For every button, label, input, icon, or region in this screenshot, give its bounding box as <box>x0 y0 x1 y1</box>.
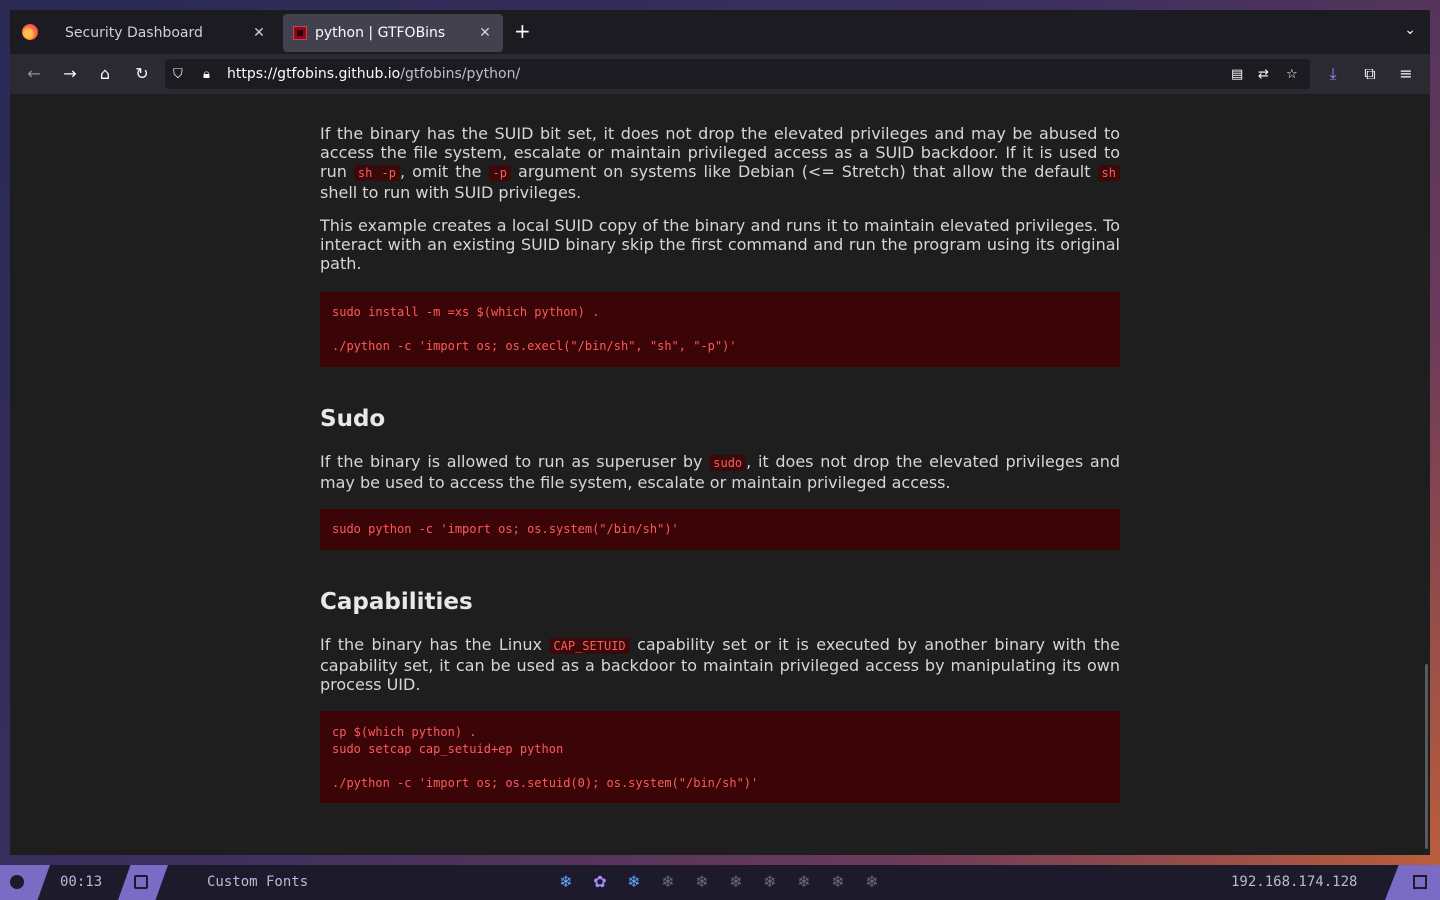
suid-example-description: This example creates a local SUID copy o… <box>320 216 1120 273</box>
inline-code: sudo <box>709 455 747 471</box>
clock-time: 00:13 <box>60 874 103 890</box>
inline-code: sh -p <box>353 165 400 181</box>
url-bar[interactable]: ⛉ 🔒︎ https://gtfobins.github.io/gtfobins… <box>165 59 1310 89</box>
app-menu-icon[interactable]: ≡ <box>1396 64 1416 84</box>
page-content: If the binary has the SUID bit set, it d… <box>10 94 1430 855</box>
tab-bar: Security Dashboard ✕ python | GTFOBins ✕… <box>10 10 1430 54</box>
downloads-icon[interactable]: ⤓ <box>1323 64 1343 84</box>
suid-code-block[interactable]: sudo install -m =xs $(which python) . ./… <box>320 292 1120 367</box>
text: , omit the <box>399 162 489 181</box>
reload-icon[interactable]: ↻ <box>132 64 152 84</box>
lock-icon[interactable]: 🔒︎ <box>203 67 210 82</box>
network-icon[interactable] <box>1385 865 1440 900</box>
translate-icon[interactable]: ⇄ <box>1258 67 1269 82</box>
sudo-description: If the binary is allowed to run as super… <box>320 452 1120 492</box>
close-icon[interactable]: ✕ <box>251 25 267 41</box>
text: shell to run with SUID privileges. <box>320 183 582 202</box>
inline-code: CAP_SETUID <box>549 638 630 654</box>
browser-window: Security Dashboard ✕ python | GTFOBins ✕… <box>10 10 1430 855</box>
capabilities-code-block[interactable]: cp $(which python) . sudo setcap cap_set… <box>320 711 1120 803</box>
workspace-1-icon[interactable]: ❄ <box>557 872 575 891</box>
tab-title: python | GTFOBins <box>315 25 446 41</box>
workspace-switcher: ❄ ✿ ❄ ❄ ❄ ❄ ❄ ❄ ❄ ❄ <box>557 872 881 891</box>
tab-security-dashboard[interactable]: Security Dashboard ✕ <box>55 14 277 52</box>
capabilities-description: If the binary has the Linux CAP_SETUID c… <box>320 635 1120 694</box>
shield-icon[interactable]: ⛉ <box>173 67 183 82</box>
close-icon[interactable]: ✕ <box>477 25 493 41</box>
url-host: https://gtfobins.github.io <box>227 66 401 82</box>
forward-icon[interactable]: → <box>60 64 80 84</box>
taskbar: 00:13 Custom Fonts ❄ ✿ ❄ ❄ ❄ ❄ ❄ ❄ ❄ ❄ 1… <box>0 865 1440 900</box>
tab-title: Security Dashboard <box>65 25 203 41</box>
sudo-heading: Sudo <box>320 406 386 432</box>
reader-view-icon[interactable]: ▤ <box>1231 67 1243 82</box>
nav-bar: ← → ⌂ ↻ ⛉ 🔒︎ https://gtfobins.github.io/… <box>10 54 1430 94</box>
extensions-icon[interactable]: ⧉ <box>1360 64 1380 84</box>
ip-address: 192.168.174.128 <box>1231 874 1358 890</box>
firefox-logo-icon[interactable] <box>22 24 38 40</box>
inline-code: -p <box>488 165 511 181</box>
workspace-5-icon[interactable]: ❄ <box>693 872 711 891</box>
capabilities-heading: Capabilities <box>320 589 473 615</box>
sudo-code-block[interactable]: sudo python -c 'import os; os.system("/b… <box>320 509 1120 550</box>
text: argument on systems like Debian (<= Stre… <box>510 162 1098 181</box>
workspace-8-icon[interactable]: ❄ <box>795 872 813 891</box>
gtfobins-favicon-icon <box>293 26 307 40</box>
workspace-3-icon[interactable]: ❄ <box>625 872 643 891</box>
url-text[interactable]: https://gtfobins.github.io/gtfobins/pyth… <box>227 66 520 82</box>
bookmark-star-icon[interactable]: ☆ <box>1286 67 1298 82</box>
clock-icon[interactable] <box>0 865 50 900</box>
workspace-9-icon[interactable]: ❄ <box>829 872 847 891</box>
workspace-4-icon[interactable]: ❄ <box>659 872 677 891</box>
workspace-7-icon[interactable]: ❄ <box>761 872 779 891</box>
new-tab-button[interactable]: + <box>514 21 531 41</box>
workspace-10-icon[interactable]: ❄ <box>863 872 881 891</box>
workspace-2-icon[interactable]: ✿ <box>591 872 609 891</box>
custom-fonts-label[interactable]: Custom Fonts <box>207 874 308 890</box>
list-all-tabs-icon[interactable]: ⌄ <box>1404 22 1416 38</box>
suid-description: If the binary has the SUID bit set, it d… <box>320 124 1120 202</box>
workspace-6-icon[interactable]: ❄ <box>727 872 745 891</box>
home-icon[interactable]: ⌂ <box>95 64 115 84</box>
tab-gtfobins[interactable]: python | GTFOBins ✕ <box>283 14 503 52</box>
text: If the binary has the Linux <box>320 635 550 654</box>
url-path: /gtfobins/python/ <box>400 66 521 82</box>
scrollbar[interactable] <box>1425 664 1428 849</box>
calendar-icon[interactable] <box>118 865 168 900</box>
back-icon[interactable]: ← <box>24 64 44 84</box>
text: If the binary is allowed to run as super… <box>320 452 710 471</box>
inline-code: sh <box>1097 165 1120 181</box>
